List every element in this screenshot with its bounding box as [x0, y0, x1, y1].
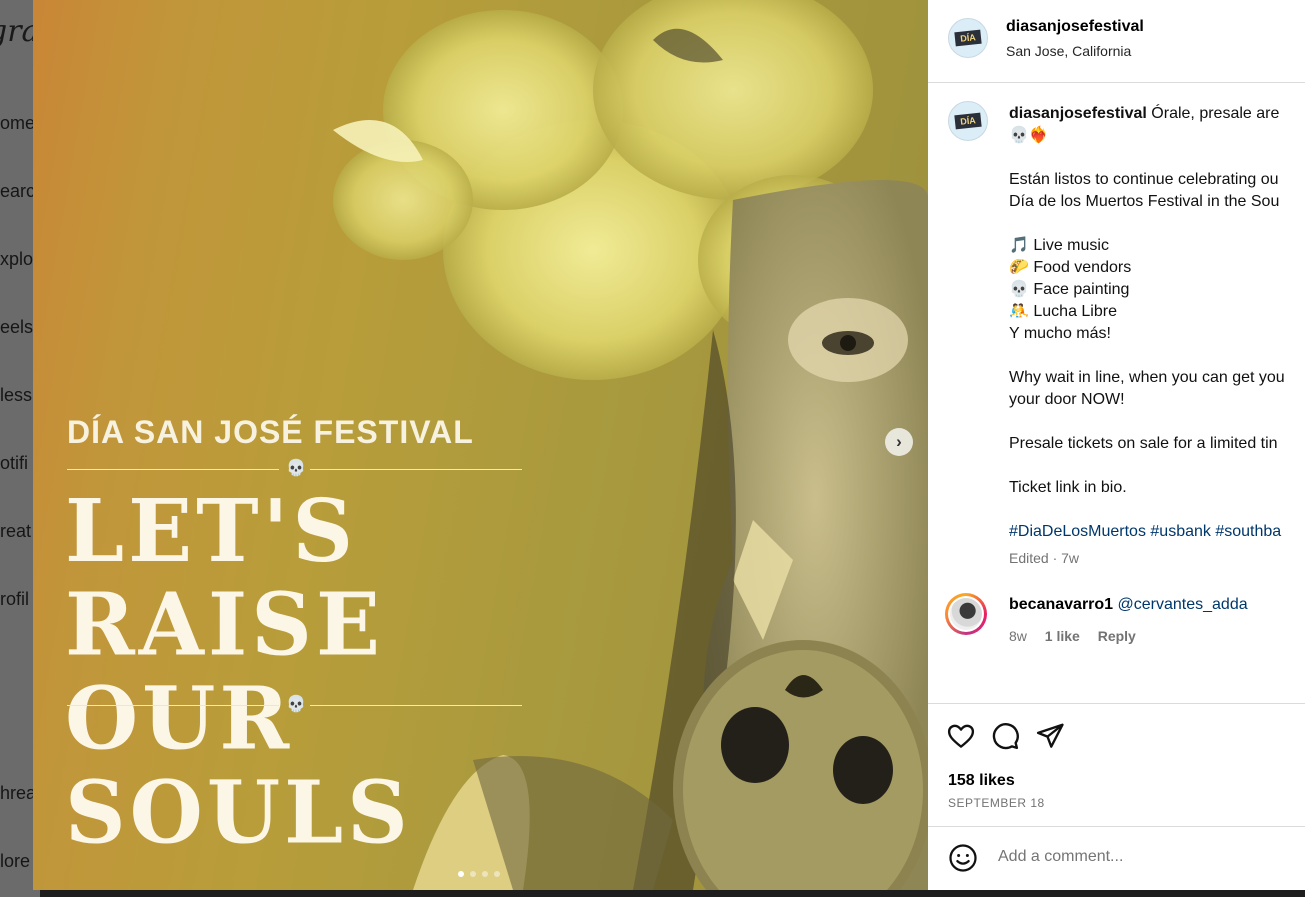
post-caption: diasanjosefestival Órale, presale are 💀❤… [1009, 103, 1305, 569]
comment-text: becanavarro1 @cervantes_adda [1009, 596, 1248, 614]
comment-time: 8w [1009, 628, 1027, 644]
carousel-dots [458, 864, 506, 877]
add-comment-input[interactable] [996, 847, 1300, 867]
carousel-dot[interactable] [482, 871, 488, 877]
comment-mention[interactable]: @cervantes_adda [1118, 596, 1248, 613]
festival-tagline: DÍA SAN JOSÉ FESTIVAL [67, 414, 474, 450]
post-actions [946, 721, 1075, 753]
carousel-dot[interactable] [494, 871, 500, 877]
caption-line: your door NOW! [1009, 391, 1125, 408]
carousel-dot[interactable] [470, 871, 476, 877]
caption-line: 🤼 Lucha Libre [1009, 303, 1117, 320]
skull-icon: 💀 [286, 460, 306, 477]
carousel-next-button[interactable]: › [885, 428, 913, 456]
post-headline: LET'S RAISE OUR SOULS [65, 484, 535, 859]
caption-hashtags[interactable]: #DiaDeLosMuertos #usbank #southba [1009, 521, 1305, 543]
add-comment-bar [946, 842, 1305, 874]
share-icon[interactable] [1035, 721, 1065, 751]
commenter-username[interactable]: becanavarro1 [1009, 596, 1113, 613]
divider-bottom: 💀 [67, 696, 522, 716]
reply-button[interactable]: Reply [1098, 628, 1136, 644]
bg-nav-search[interactable]: earc [0, 181, 35, 202]
chevron-right-icon: › [896, 432, 902, 451]
comment-meta: 8w 1 like Reply [1009, 628, 1150, 644]
headline-line-1: LET'S RAISE [65, 480, 384, 676]
caption-line: Están listos to continue celebrating ou [1009, 171, 1279, 188]
caption-avatar[interactable]: DÍA [948, 101, 988, 141]
caption-emojis: 💀❤️‍🔥 [1009, 127, 1049, 144]
divider-top: 💀 [67, 460, 522, 480]
account-avatar[interactable]: DÍA [948, 18, 988, 58]
bg-nav-home[interactable]: ome [0, 113, 35, 134]
caption-line: 🎵 Live music [1009, 237, 1109, 254]
header-divider [928, 82, 1305, 83]
bg-nav-profile[interactable]: rofil [0, 589, 29, 610]
bg-nav-reels[interactable]: eels [0, 317, 33, 338]
caption-line: 💀 Face painting [1009, 281, 1130, 298]
bg-nav-more[interactable]: lore [0, 851, 30, 872]
bg-nav-create[interactable]: reat [0, 521, 31, 542]
caption-username[interactable]: diasanjosefestival [1009, 105, 1147, 122]
caption-edited-time: Edited · 7w [1009, 550, 1080, 566]
caption-line: Presale tickets on sale for a limited ti… [1009, 435, 1278, 452]
background-feed-strip [40, 890, 1305, 897]
bg-nav-notifications[interactable]: otifi [0, 453, 28, 474]
comment-likes[interactable]: 1 like [1045, 628, 1080, 644]
caption-line: 🌮 Food vendors [1009, 259, 1132, 276]
commenter-avatar[interactable] [945, 593, 987, 635]
bg-nav-messages[interactable]: less [0, 385, 32, 406]
header-username[interactable]: diasanjosefestival [1006, 18, 1144, 36]
avatar-logo-text: DÍA [954, 112, 982, 130]
heart-icon[interactable] [946, 721, 976, 751]
post-image[interactable]: DÍA SAN JOSÉ FESTIVAL 💀 LET'S RAISE OUR … [33, 0, 928, 890]
caption-line: Why wait in line, when you can get you [1009, 369, 1285, 386]
carousel-dot[interactable] [458, 871, 464, 877]
post-details-panel: DÍA diasanjosefestival San Jose, Califor… [928, 0, 1305, 890]
skull-icon: 💀 [286, 696, 306, 713]
actions-divider [928, 703, 1305, 704]
bg-nav-threads[interactable]: hrea [0, 783, 36, 804]
emoji-icon[interactable] [948, 843, 978, 873]
avatar-logo-text: DÍA [954, 29, 982, 47]
likes-count[interactable]: 158 likes [948, 772, 1015, 790]
caption-line: Y mucho más! [1009, 325, 1111, 342]
caption-line: Ticket link in bio. [1009, 479, 1127, 496]
caption-first-line: Órale, presale are [1151, 105, 1280, 122]
comment-icon[interactable] [990, 721, 1020, 751]
comment-divider [928, 826, 1305, 827]
post-date: SEPTEMBER 18 [948, 796, 1045, 810]
caption-line: Día de los Muertos Festival in the Sou [1009, 193, 1280, 210]
bg-nav-explore[interactable]: xplo [0, 249, 33, 270]
post-location[interactable]: San Jose, California [1006, 43, 1131, 59]
